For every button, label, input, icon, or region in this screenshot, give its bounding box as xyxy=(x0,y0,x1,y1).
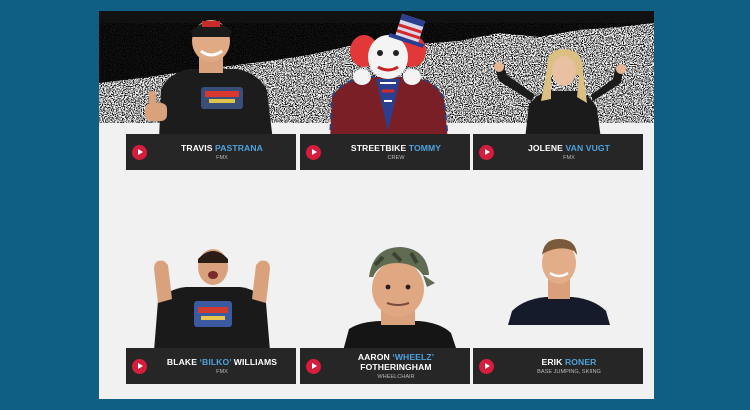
play-circle-icon[interactable] xyxy=(132,359,147,374)
athlete-discipline: CREW xyxy=(387,154,405,161)
athlete-card-travis-pastrana[interactable]: TRAVIS PASTRANA FMX xyxy=(126,134,296,170)
athlete-card-aaron-wheelz-fotheringham[interactable]: AARON ‘WHEELZ’ FOTHERINGHAM WHEELCHAIR xyxy=(300,348,470,384)
athlete-discipline: FMX xyxy=(563,154,575,161)
athlete-name: STREETBIKE TOMMY xyxy=(350,142,442,153)
play-circle-icon[interactable] xyxy=(306,145,321,160)
athlete-name: ERIK RONER xyxy=(541,356,597,367)
athlete-discipline: WHEELCHAIR xyxy=(377,373,415,380)
athlete-card-blake-bilko-williams[interactable]: BLAKE ‘BILKO’ WILLIAMS FMX xyxy=(126,348,296,384)
athlete-photo-erik-roner xyxy=(508,239,610,325)
athlete-name: JOLENE VAN VUGT xyxy=(527,142,611,153)
play-circle-icon[interactable] xyxy=(479,145,494,160)
athlete-discipline: FMX xyxy=(216,368,228,375)
team-panel: TRAVIS PASTRANA FMX STREETBIKE TOMMY CRE… xyxy=(99,11,654,399)
athlete-name: BLAKE ‘BILKO’ WILLIAMS xyxy=(166,356,278,367)
athlete-photo-blake-bilko-williams xyxy=(154,249,270,351)
athlete-card-streetbike-tommy[interactable]: STREETBIKE TOMMY CREW xyxy=(300,134,470,170)
athlete-photo-streetbike-tommy xyxy=(328,13,450,141)
page: { "team": [ {"first": "TRAVIS", "last": … xyxy=(0,0,750,410)
athlete-name: TRAVIS PASTRANA xyxy=(181,142,263,153)
athlete-card-erik-roner[interactable]: ERIK RONER BASE JUMPING, SKIING xyxy=(473,348,643,384)
athlete-name: AARON ‘WHEELZ’ FOTHERINGHAM xyxy=(357,351,435,372)
athlete-photo-aaron-wheelz-fotheringham xyxy=(343,247,457,351)
athlete-photo-travis-pastrana xyxy=(145,20,273,141)
athlete-card-jolene-van-vugt[interactable]: JOLENE VAN VUGT FMX xyxy=(473,134,643,170)
athlete-photo-jolene-van-vugt xyxy=(494,49,626,139)
play-circle-icon[interactable] xyxy=(479,359,494,374)
athlete-discipline: BASE JUMPING, SKIING xyxy=(537,368,601,375)
athlete-discipline: FMX xyxy=(216,154,228,161)
play-circle-icon[interactable] xyxy=(132,145,147,160)
play-circle-icon[interactable] xyxy=(306,359,321,374)
